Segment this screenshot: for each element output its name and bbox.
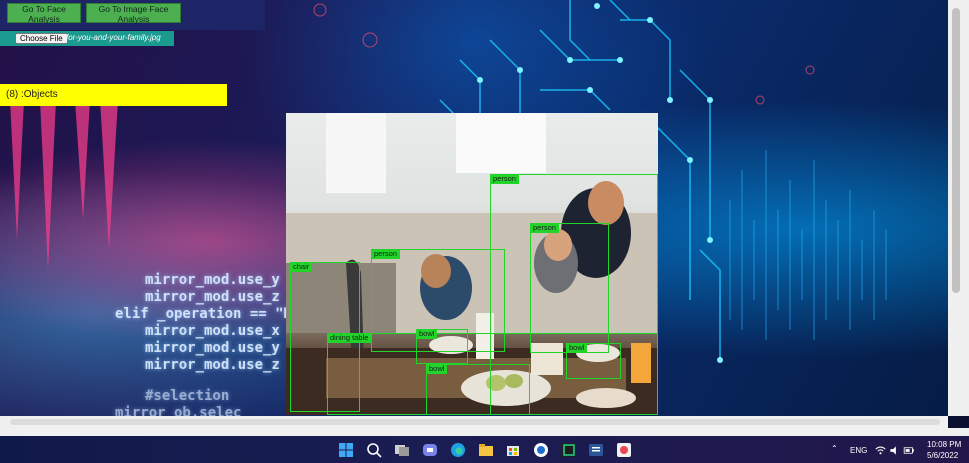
chevron-up-icon[interactable]: ⌃ [831,444,838,453]
choose-file-button[interactable]: Choose File [15,33,68,44]
language-indicator[interactable]: ENG [850,446,867,455]
teams-chat-icon[interactable] [422,442,438,458]
code-line-6: mirror_mod.use_z = [145,357,297,373]
detection-label-bowl-2: bowl [566,343,588,353]
analyzed-image: person person person chair dining table … [286,113,658,415]
window-bottom-strip [0,428,969,436]
file-explorer-icon[interactable] [478,442,494,458]
face-analysis-button[interactable]: Go To Face Analysis [7,3,81,24]
search-icon[interactable] [366,442,382,458]
vertical-scrollbar[interactable] [948,0,969,416]
detection-label-person-1: person [490,174,519,184]
store-icon[interactable] [505,442,521,458]
horizontal-scroll-thumb[interactable] [10,419,940,425]
horizontal-scrollbar[interactable] [0,416,948,428]
vertical-scroll-thumb[interactable] [952,8,960,293]
code-line-3: elif _operation == "MI [115,306,301,322]
objects-count-header: (8) :Objects [0,84,227,106]
nav-panel: Go To Face Analysis Go To Image Face Ana… [0,0,265,30]
code-line-1: mirror_mod.use_y [145,272,280,288]
snipping-tool-icon[interactable] [616,442,632,458]
detection-label-bowl-3: bowl [426,364,448,374]
detection-label-bowl-1: bowl [416,329,438,339]
task-view-icon[interactable] [394,442,410,458]
detection-label-dining-table: dining table [327,333,372,343]
detection-label-chair: chair [290,262,313,272]
battery-icon[interactable] [903,445,915,456]
detection-label-person-2: person [530,223,559,233]
file-upload-bar: Choose File for-you-and-your-family.jpg [0,31,174,46]
selected-file-name: for-you-and-your-family.jpg [66,33,161,42]
code-line-2: mirror_mod.use_z = [145,289,297,305]
code-line-8: mirror_ob.selec [115,405,242,416]
app-icon[interactable] [533,442,549,458]
volume-icon[interactable] [889,445,900,456]
page-background: mirror_mod.use_y mirror_mod.use_z = elif… [0,0,948,416]
image-face-analysis-button[interactable]: Go To Image Face Analysis [86,3,181,24]
clock-time[interactable]: 10:08 PM [927,440,961,449]
glow-bars-graphic [10,100,118,270]
code-line-7: #selection [145,388,230,404]
detection-label-person-3: person [371,249,400,259]
code-line-5: mirror_mod.use_y = [145,340,297,356]
wifi-icon[interactable] [875,445,886,456]
code-line-4: mirror_mod.use_x = [145,323,297,339]
pycharm-icon[interactable] [561,442,577,458]
windows-start-icon[interactable] [338,442,354,458]
edge-icon[interactable] [450,442,466,458]
windows-taskbar: ⌃ ENG 10:08 PM 5/6/2022 [0,436,969,463]
word-icon[interactable] [588,442,604,458]
clock-date[interactable]: 5/6/2022 [927,451,958,460]
